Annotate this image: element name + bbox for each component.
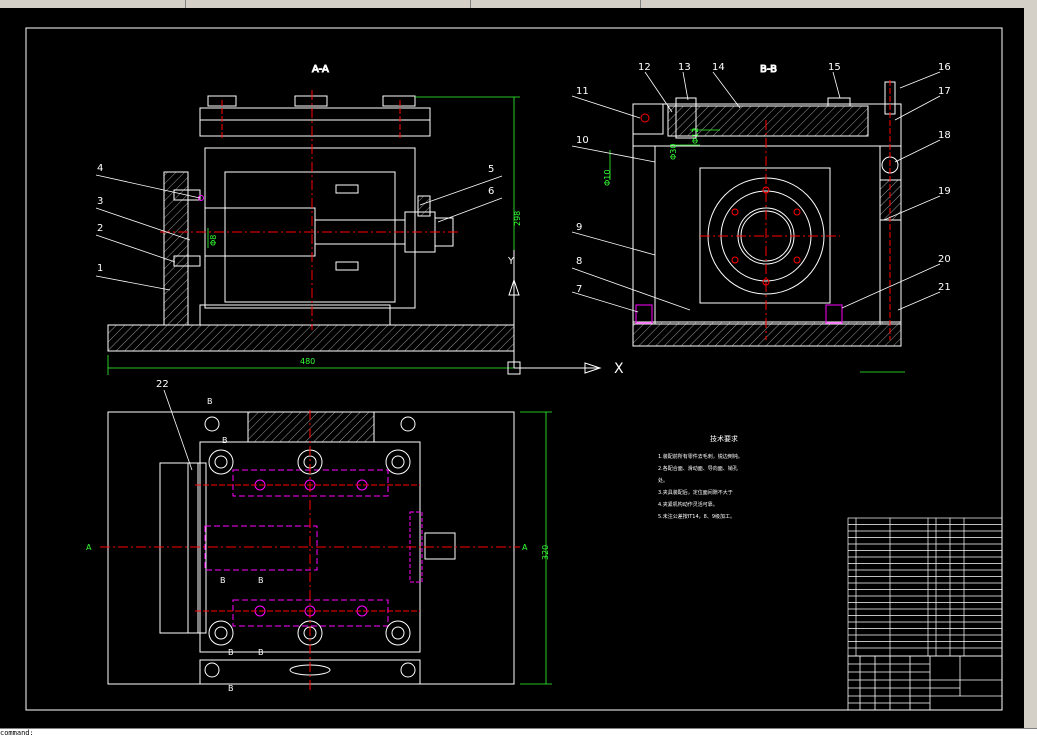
notes-line: 3.夹具装配后，定位面间隙不大于 [658,489,733,496]
dim-fit-12: Φ12 [691,128,700,144]
plan-label-b-mid-left: B [220,576,226,585]
part-number-13: 13 [678,62,691,73]
part-number-8: 8 [576,256,582,267]
part-number-4: 4 [97,163,103,174]
title-bar [0,0,1037,8]
part-number-3: 3 [97,196,103,207]
plan-label-b-top2: B [222,436,228,445]
view-title-b: B-B [760,64,777,75]
part-number-1: 1 [97,263,103,274]
plan-label-b-low-left: B [228,648,234,657]
plan-label-a-left: A [86,543,92,552]
dim-fit-30: Φ30 [669,144,678,160]
notes-line: 4.夹紧机构动作灵活可靠。 [658,501,718,508]
part-number-12: 12 [638,62,651,73]
part-number-15: 15 [828,62,841,73]
notes-line: 处。 [658,477,668,484]
notes-line: 5.未注公差按IT14，8、9级加工。 [658,513,735,520]
ucs-x-label: X [614,361,624,377]
notes-line: 1.装配前所有零件去毛刺，锐边倒钝。 [658,453,743,460]
drawing-canvas[interactable]: A-A 298 480 Φ8 Y X B-B Φ10 Φ30 Φ12 320 A… [0,8,1024,728]
plan-label-b-low-right: B [258,648,264,657]
part-number-5: 5 [488,164,494,175]
plan-label-b-top: B [207,397,213,406]
part-number-14: 14 [712,62,725,73]
part-number-2: 2 [97,223,103,234]
notes-line: 2.各配合面、滑动面、导向面、销孔 [658,465,738,472]
view-title-a: A-A [312,64,329,75]
dim-fit-8: Φ8 [209,235,218,246]
part-number-18: 18 [938,130,951,141]
part-number-9: 9 [576,222,582,233]
dim-fit-10: Φ10 [603,170,612,186]
dim-width-480: 480 [300,357,315,366]
part-number-21: 21 [938,282,951,293]
title-block [847,655,1003,711]
part-number-10: 10 [576,135,589,146]
ucs-y-label: Y [507,256,515,267]
plan-label-a-right: A [522,543,528,552]
bom-table [847,517,1003,657]
part-number-16: 16 [938,62,951,73]
part-number-7: 7 [576,284,582,295]
plan-label-b-bottom: B [228,684,234,693]
part-number-22: 22 [156,379,169,390]
ucs-icon [507,250,602,375]
toolbar-separator [470,0,471,8]
part-number-19: 19 [938,186,951,197]
toolbar-separator [640,0,641,8]
plan-label-b-mid-right: B [258,576,264,585]
part-number-11: 11 [576,86,589,97]
part-number-6: 6 [488,186,494,197]
dim-height-298: 298 [513,211,522,226]
view-plan [100,410,520,690]
notes-title: 技术要求 [710,434,738,443]
technical-notes: 技术要求 1.装配前所有零件去毛刺，锐边倒钝。 2.各配合面、滑动面、导向面、销… [658,434,743,520]
toolbar-separator [185,0,186,8]
view-section-a: A-A [107,64,515,352]
dim-width-320: 320 [541,545,550,560]
cad-drawing: A-A 298 480 Φ8 Y X B-B Φ10 Φ30 Φ12 320 A… [25,27,1003,711]
part-number-17: 17 [938,86,951,97]
vertical-scrollbar[interactable] [1024,8,1037,728]
part-number-20: 20 [938,254,951,265]
